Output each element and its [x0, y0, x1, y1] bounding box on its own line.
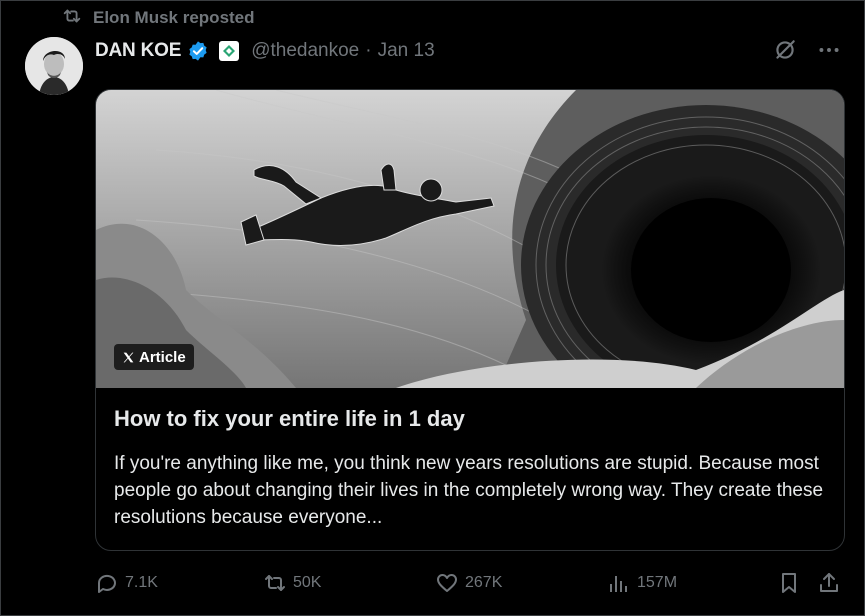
- like-count: 267K: [465, 574, 503, 591]
- tweet-top-actions: [772, 37, 842, 63]
- repost-indicator[interactable]: Elon Musk reposted: [61, 7, 255, 29]
- cover-illustration: [96, 90, 844, 388]
- article-badge: Article: [114, 344, 194, 370]
- tweet-actions: 7.1K 50K 267K 157M: [95, 569, 847, 597]
- views-count: 157M: [637, 574, 678, 591]
- repost-count: 50K: [293, 574, 322, 591]
- heart-icon: [437, 574, 457, 592]
- like-button[interactable]: 267K: [435, 569, 502, 597]
- x-logo-icon: [123, 352, 134, 362]
- separator-dot: ·: [365, 40, 372, 61]
- grok-icon[interactable]: [772, 37, 798, 63]
- reply-icon: [97, 574, 116, 593]
- author-handle[interactable]: @thedankoe: [251, 40, 359, 62]
- avatar[interactable]: [25, 37, 83, 95]
- views-icon: [610, 576, 627, 592]
- bookmark-button[interactable]: [777, 569, 801, 597]
- reply-count: 7.1K: [125, 574, 158, 591]
- bookmark-icon: [782, 573, 796, 593]
- repost-button[interactable]: 50K: [263, 569, 321, 597]
- post-date[interactable]: Jan 13: [378, 40, 435, 62]
- views-button[interactable]: 157M: [607, 569, 677, 597]
- author-name[interactable]: DAN KOE: [95, 40, 181, 62]
- article-title[interactable]: How to fix your entire life in 1 day: [114, 406, 465, 432]
- article-cover-image[interactable]: Article: [96, 90, 844, 388]
- share-icon: [820, 573, 838, 592]
- article-description: If you're anything like me, you think ne…: [114, 453, 824, 528]
- repost-icon: [61, 5, 83, 32]
- more-icon[interactable]: [816, 37, 842, 63]
- article-badge-label: Article: [139, 348, 186, 366]
- tweet-header: DAN KOE @thedankoe · Jan 13: [95, 38, 435, 64]
- article-card[interactable]: Article How to fix your entire life in 1…: [95, 89, 845, 551]
- reply-button[interactable]: 7.1K: [95, 569, 158, 597]
- verified-badge-icon[interactable]: [187, 40, 209, 62]
- share-button[interactable]: [817, 569, 841, 597]
- affiliate-badge-icon[interactable]: [219, 41, 240, 61]
- tweet[interactable]: Elon Musk reposted DAN KOE @thedankoe · …: [0, 0, 865, 616]
- repost-text: Elon Musk reposted: [93, 8, 255, 27]
- repost-icon: [265, 575, 285, 591]
